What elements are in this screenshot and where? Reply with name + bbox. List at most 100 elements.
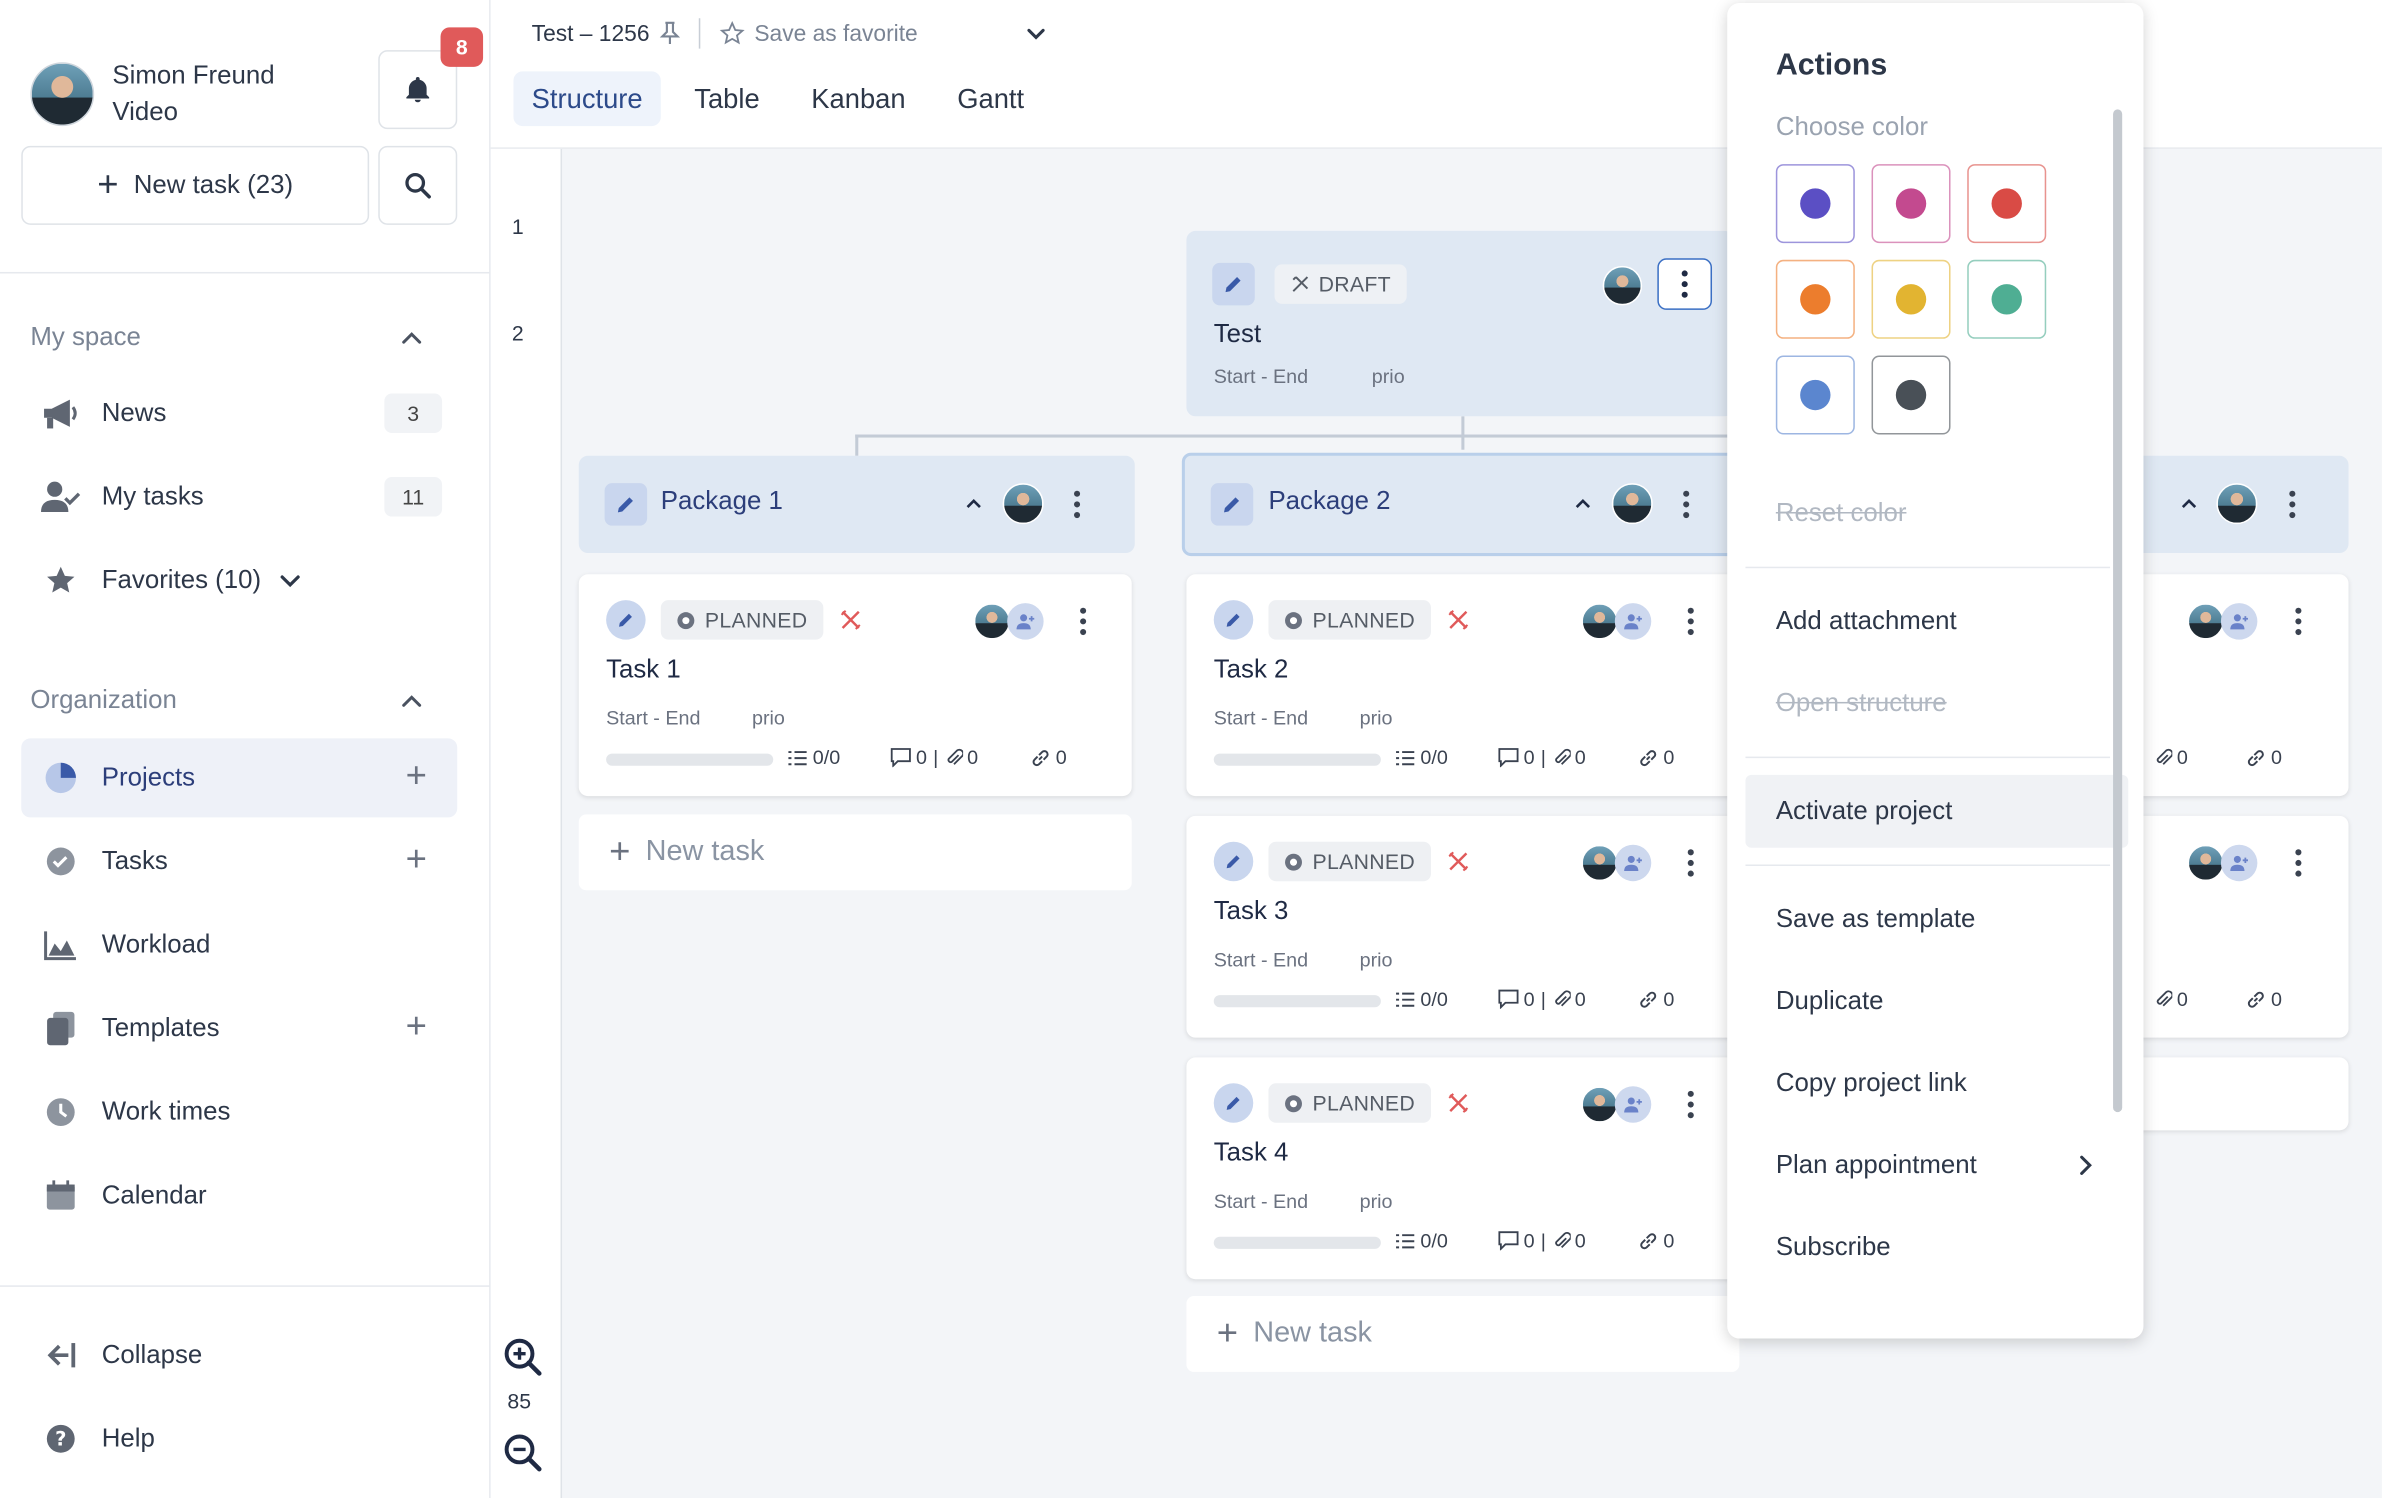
- assignee-avatar[interactable]: [1611, 483, 1653, 525]
- menu-divider: [1745, 864, 2111, 867]
- assignee-avatar[interactable]: [2187, 844, 2224, 882]
- tab-table[interactable]: Table: [676, 71, 778, 126]
- assignee-avatar[interactable]: [1581, 603, 1618, 640]
- color-swatch[interactable]: [1967, 164, 2047, 244]
- chevron-down-icon[interactable]: [1024, 21, 1048, 45]
- add-assignee-button[interactable]: [1007, 603, 1044, 640]
- task-card[interactable]: PLANNED Task 1 Start - End prio 0/0 0 | 0 …: [578, 574, 1132, 797]
- package-card[interactable]: [2123, 455, 2349, 554]
- chevron-down-icon[interactable]: [276, 567, 303, 594]
- add-assignee-button[interactable]: [2220, 603, 2258, 640]
- kebab-icon[interactable]: [1682, 489, 1691, 519]
- assignee-avatar[interactable]: [2187, 603, 2224, 640]
- add-task-button[interactable]: +: [406, 839, 427, 880]
- color-swatch[interactable]: [1967, 259, 2047, 339]
- sidebar-item-my-tasks[interactable]: My tasks 11: [21, 457, 457, 536]
- sidebar-item-news[interactable]: News 3: [21, 374, 457, 453]
- color-swatch[interactable]: [1871, 164, 1951, 244]
- tab-kanban[interactable]: Kanban: [793, 71, 924, 126]
- help-button[interactable]: ? Help: [21, 1399, 457, 1478]
- add-attachment-item[interactable]: Add attachment: [1776, 606, 1957, 636]
- sidebar-item-favorites[interactable]: Favorites (10): [21, 541, 457, 620]
- megaphone-icon: [44, 399, 77, 429]
- assignee-avatar[interactable]: [973, 603, 1011, 640]
- add-assignee-button[interactable]: [1614, 844, 1652, 882]
- subscribe-item[interactable]: Subscribe: [1776, 1232, 1891, 1262]
- add-assignee-button[interactable]: [1614, 603, 1652, 640]
- color-swatch[interactable]: [1775, 164, 1855, 244]
- package-card[interactable]: Package 2: [1181, 452, 1744, 557]
- duplicate-item[interactable]: Duplicate: [1776, 986, 1884, 1016]
- task-card[interactable]: PLANNED Task 3 Start - End prio 0/0 0 | 0 …: [1186, 815, 1740, 1038]
- chevron-up-icon[interactable]: [2178, 494, 2199, 515]
- sidebar-item-projects[interactable]: Projects +: [21, 738, 458, 818]
- save-favorite-link[interactable]: Save as favorite: [754, 21, 917, 47]
- color-swatch[interactable]: [1775, 259, 1855, 339]
- star-outline-icon[interactable]: [718, 20, 745, 47]
- project-card[interactable]: DRAFT Test Start - End prio: [1186, 230, 1734, 417]
- plan-appointment-item[interactable]: Plan appointment: [1776, 1150, 1977, 1180]
- new-task-button[interactable]: + New task (23): [21, 145, 370, 225]
- chevron-up-icon[interactable]: [1572, 494, 1593, 515]
- edit-package-button[interactable]: [1210, 483, 1254, 526]
- add-template-button[interactable]: +: [406, 1007, 427, 1047]
- color-swatch[interactable]: [1871, 259, 1951, 339]
- project-menu-button[interactable]: [1657, 258, 1713, 310]
- kebab-icon[interactable]: [1686, 1089, 1695, 1119]
- new-task-row[interactable]: + New task: [578, 814, 1132, 891]
- assignee-avatar[interactable]: [1581, 844, 1618, 882]
- menu-scrollbar[interactable]: [2113, 109, 2123, 1113]
- sidebar-item-workload[interactable]: Workload: [21, 906, 457, 985]
- tab-gantt[interactable]: Gantt: [939, 71, 1042, 126]
- assignee-avatar[interactable]: [2216, 483, 2258, 525]
- project-breadcrumb[interactable]: Test – 1256: [532, 21, 650, 47]
- search-button[interactable]: [378, 145, 458, 225]
- sidebar-item-tasks[interactable]: Tasks +: [21, 822, 457, 901]
- kebab-icon[interactable]: [1079, 606, 1088, 636]
- sidebar-item-calendar[interactable]: Calendar: [21, 1156, 457, 1235]
- sidebar-item-templates[interactable]: Templates +: [21, 989, 457, 1068]
- tab-structure[interactable]: Structure: [513, 71, 661, 127]
- new-task-row[interactable]: [2123, 1057, 2349, 1131]
- chevron-right-icon[interactable]: [2074, 1152, 2098, 1179]
- edit-task-button[interactable]: [606, 600, 646, 640]
- edit-task-button[interactable]: [1213, 600, 1254, 640]
- task-card[interactable]: PLANNED Task 2 Start - End prio 0/0 0 | 0 …: [1186, 574, 1740, 797]
- add-assignee-button[interactable]: [2220, 844, 2258, 882]
- task-card[interactable]: 0 0: [2123, 815, 2349, 1038]
- edit-project-button[interactable]: [1212, 262, 1255, 306]
- kebab-icon[interactable]: [1686, 848, 1695, 878]
- collapse-button[interactable]: Collapse: [21, 1316, 457, 1395]
- assignee-avatar[interactable]: [1602, 265, 1643, 306]
- edit-package-button[interactable]: [604, 483, 648, 526]
- new-task-row[interactable]: + New task: [1186, 1295, 1740, 1372]
- task-card[interactable]: PLANNED Task 4 Start - End prio 0/0 0 | 0 …: [1186, 1057, 1740, 1280]
- task-card[interactable]: 0 0: [2123, 574, 2349, 797]
- kebab-icon[interactable]: [1686, 606, 1695, 636]
- package-card[interactable]: Package 1: [578, 455, 1135, 554]
- task-prio: prio: [1359, 1189, 1393, 1213]
- color-swatch[interactable]: [1871, 355, 1951, 435]
- edit-task-button[interactable]: [1213, 841, 1254, 882]
- chevron-up-icon[interactable]: [963, 494, 984, 515]
- kebab-icon[interactable]: [2294, 848, 2303, 878]
- pin-icon[interactable]: [659, 21, 680, 45]
- save-as-template-item[interactable]: Save as template: [1776, 904, 1976, 934]
- color-swatch[interactable]: [1775, 355, 1855, 435]
- chevron-up-icon[interactable]: [398, 325, 425, 352]
- sidebar-item-work-times[interactable]: Work times: [21, 1073, 457, 1152]
- edit-task-button[interactable]: [1213, 1083, 1254, 1123]
- user-profile[interactable]: Simon Freund Video: [30, 58, 275, 131]
- kebab-icon[interactable]: [2294, 606, 2303, 636]
- copy-project-link-item[interactable]: Copy project link: [1776, 1068, 1967, 1098]
- add-assignee-button[interactable]: [1614, 1086, 1652, 1123]
- chevron-up-icon[interactable]: [398, 688, 425, 715]
- assignee-avatar[interactable]: [1002, 483, 1044, 525]
- zoom-out-icon[interactable]: [503, 1433, 542, 1473]
- zoom-in-icon[interactable]: [503, 1337, 542, 1377]
- kebab-icon[interactable]: [2288, 489, 2297, 519]
- add-project-button[interactable]: +: [406, 756, 427, 797]
- activate-project-item[interactable]: Activate project: [1776, 796, 1953, 826]
- assignee-avatar[interactable]: [1581, 1086, 1618, 1123]
- kebab-icon[interactable]: [1072, 489, 1081, 519]
